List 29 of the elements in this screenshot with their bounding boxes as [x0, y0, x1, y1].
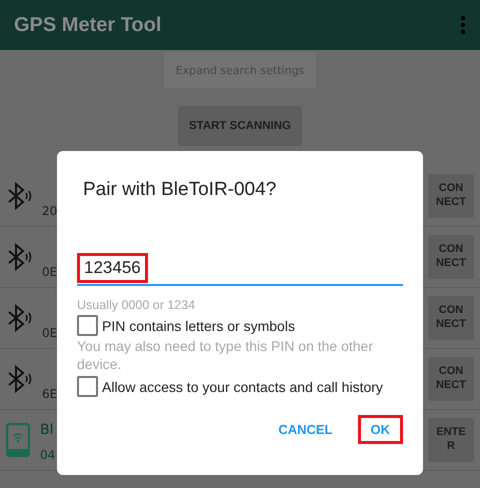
bluetooth-icon — [6, 303, 32, 333]
dialog-title: Pair with BleToIR-004? — [83, 179, 278, 201]
bluetooth-icon — [6, 364, 32, 394]
dialog-button[interactable]: OK — [358, 415, 403, 444]
dialog-button[interactable]: CANCEL — [265, 415, 346, 444]
phone-wifi-icon — [6, 423, 30, 457]
bluetooth-icon — [6, 181, 32, 211]
pin-value: 123456 — [77, 253, 148, 283]
device-address: 20 — [42, 204, 58, 218]
checkbox[interactable] — [77, 376, 98, 397]
app-title: GPS Meter Tool — [14, 14, 162, 36]
start-scanning-button[interactable]: START SCANNING — [178, 106, 302, 146]
device-action-button[interactable]: CON NECT — [428, 357, 474, 401]
pin-hint: Usually 0000 or 1234 — [77, 298, 196, 312]
device-address: 04 — [40, 448, 56, 462]
device-action-button[interactable]: CON NECT — [428, 235, 474, 279]
bluetooth-icon — [6, 242, 32, 272]
pin-note: You may also need to type this PIN on the other device. — [77, 338, 374, 373]
device-address: 0E — [42, 265, 58, 279]
checkbox-label: Allow access to your contacts and call history — [102, 378, 383, 394]
device-action-button[interactable]: CON NECT — [428, 174, 474, 218]
checkbox-label: PIN contains letters or symbols — [102, 318, 295, 334]
device-address: 0E — [42, 326, 58, 340]
pin-field[interactable]: 123456 — [77, 253, 403, 286]
device-action-button[interactable]: ENTE R — [428, 418, 474, 462]
checkbox[interactable] — [77, 315, 98, 336]
device-action-button[interactable]: CON NECT — [428, 296, 474, 340]
device-name: Bl — [40, 422, 54, 438]
device-address: 6E — [42, 387, 58, 401]
